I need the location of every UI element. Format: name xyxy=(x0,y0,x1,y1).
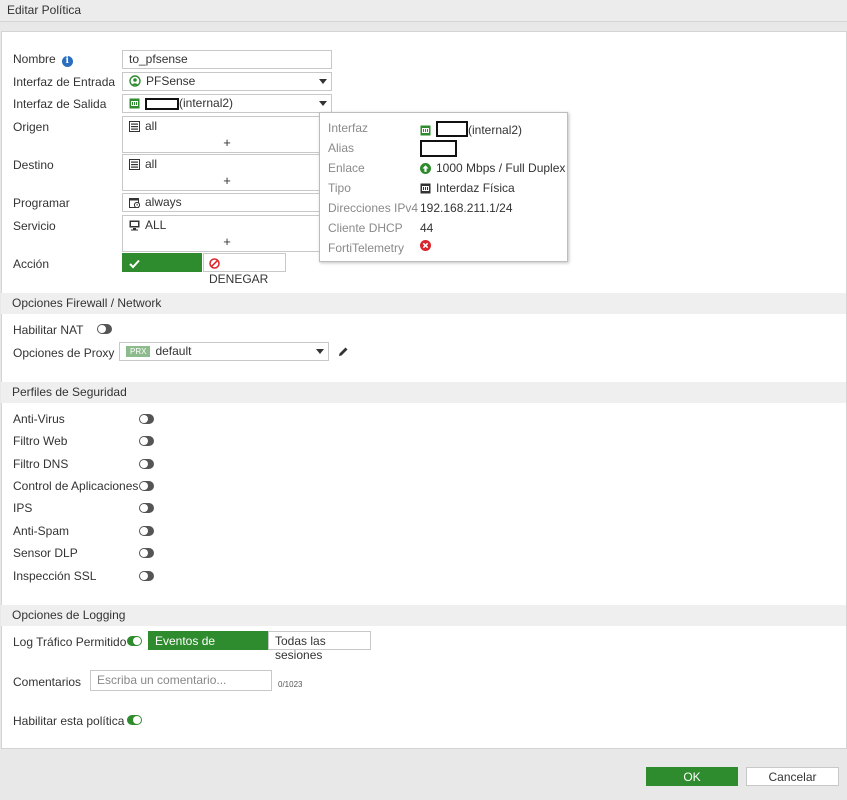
source-label: Origen xyxy=(13,120,50,134)
incoming-interface-label: Interfaz de Entrada xyxy=(13,75,116,89)
destination-item[interactable]: all xyxy=(129,157,157,173)
deny-button[interactable]: DENEGAR xyxy=(203,253,286,286)
ssl-inspection-toggle[interactable] xyxy=(139,571,154,581)
action-label: Acción xyxy=(13,257,50,271)
physical-port-icon xyxy=(420,183,431,197)
tooltip-alias-value xyxy=(420,140,457,157)
tooltip-dhcp-value: 44 xyxy=(420,221,434,235)
schedule-icon xyxy=(129,197,141,211)
add-source-button[interactable]: + xyxy=(123,135,331,150)
security-section-header: Perfiles de Seguridad xyxy=(1,382,846,403)
web-filter-toggle[interactable] xyxy=(139,436,154,446)
logging-section-header: Opciones de Logging xyxy=(1,605,846,626)
tooltip-type-key: Tipo xyxy=(328,181,351,195)
name-input[interactable]: to_pfsense xyxy=(122,50,332,69)
antispam-label: Anti-Spam xyxy=(13,524,70,538)
dns-filter-label: Filtro DNS xyxy=(13,457,69,471)
network-port-icon xyxy=(420,125,431,139)
error-icon xyxy=(420,240,431,254)
tooltip-telemetry-key: FortiTelemetry xyxy=(328,241,405,255)
tooltip-ipv4-value: 192.168.211.1/24 xyxy=(420,201,513,215)
edit-pencil-icon[interactable] xyxy=(338,346,349,360)
chevron-down-icon xyxy=(319,79,327,84)
dlp-sensor-label: Sensor DLP xyxy=(13,546,78,560)
name-label: Nombre i xyxy=(13,52,73,67)
tooltip-link-value: 1000 Mbps / Full Duplex xyxy=(420,161,565,177)
nat-label: Habilitar NAT xyxy=(13,323,84,337)
tooltip-link-key: Enlace xyxy=(328,161,365,175)
log-traffic-toggle[interactable] xyxy=(127,636,142,646)
comments-textarea[interactable]: Escriba un comentario... xyxy=(90,670,272,691)
dlp-sensor-toggle[interactable] xyxy=(139,548,154,558)
ips-label: IPS xyxy=(13,501,33,515)
app-control-label: Control de Aplicaciones xyxy=(13,479,139,493)
source-item[interactable]: all xyxy=(129,119,157,135)
all-sessions-option[interactable]: Todas las sesiones xyxy=(268,631,371,662)
nat-toggle[interactable] xyxy=(97,324,112,334)
tooltip-interface-value: (internal2) xyxy=(420,121,522,139)
incoming-interface-select[interactable]: PFSense xyxy=(122,72,332,91)
ips-toggle[interactable] xyxy=(139,503,154,513)
web-filter-label: Filtro Web xyxy=(13,434,68,448)
schedule-select[interactable]: always xyxy=(122,193,332,212)
cancel-button[interactable]: Cancelar xyxy=(746,767,839,786)
antivirus-label: Anti-Virus xyxy=(13,412,65,426)
service-label: Servicio xyxy=(13,219,56,233)
arrow-up-icon xyxy=(420,163,431,177)
add-destination-button[interactable]: + xyxy=(123,173,331,188)
destination-label: Destino xyxy=(13,158,54,172)
add-service-button[interactable]: + xyxy=(123,234,331,249)
app-control-toggle[interactable] xyxy=(139,481,154,491)
redacted-alias xyxy=(420,140,457,157)
info-icon[interactable]: i xyxy=(61,56,73,67)
antispam-toggle[interactable] xyxy=(139,526,154,536)
schedule-label: Programar xyxy=(13,196,70,210)
redacted-name xyxy=(436,121,468,137)
firewall-section-header: Opciones Firewall / Network xyxy=(1,293,846,314)
check-icon xyxy=(129,258,140,272)
source-address-box[interactable]: all + xyxy=(122,116,332,153)
deny-icon xyxy=(209,258,220,272)
redacted-name xyxy=(145,98,179,110)
service-icon xyxy=(129,220,140,234)
security-events-option[interactable]: Eventos de seguridad xyxy=(148,631,268,662)
address-icon xyxy=(129,159,140,173)
ssl-inspection-label: Inspección SSL xyxy=(13,569,97,583)
pfsense-interface-icon xyxy=(129,75,141,90)
proxy-options-label: Opciones de Proxy xyxy=(13,346,115,360)
ok-button[interactable]: OK xyxy=(646,767,738,786)
chevron-down-icon xyxy=(319,101,327,106)
service-item[interactable]: ALL xyxy=(129,218,166,234)
log-traffic-label: Log Tráfico Permitido xyxy=(13,635,127,649)
window-title: Editar Política xyxy=(0,0,847,22)
dns-filter-toggle[interactable] xyxy=(139,459,154,469)
service-box[interactable]: ALL + xyxy=(122,215,332,252)
network-port-icon xyxy=(129,98,140,112)
chevron-down-icon xyxy=(316,349,324,354)
enable-policy-label: Habilitar esta política xyxy=(13,714,125,728)
comments-label: Comentarios xyxy=(13,675,82,689)
comments-counter: 0/1023 xyxy=(278,680,303,689)
proxy-options-select[interactable]: PRX default xyxy=(119,342,329,361)
accept-button[interactable]: ACEPTAR xyxy=(122,253,202,286)
outgoing-interface-label: Interfaz de Salida xyxy=(13,97,107,111)
tooltip-alias-key: Alias xyxy=(328,141,355,155)
enable-policy-toggle[interactable] xyxy=(127,715,142,725)
interface-tooltip: Interfaz (internal2) Alias Enlace 1000 M… xyxy=(319,112,568,262)
antivirus-toggle[interactable] xyxy=(139,414,154,424)
tooltip-type-value: Interdaz Física xyxy=(420,181,515,197)
outgoing-interface-select[interactable]: (internal2) xyxy=(122,94,332,113)
tooltip-telemetry-value xyxy=(420,240,431,254)
proxy-badge: PRX xyxy=(126,346,151,357)
address-icon xyxy=(129,121,140,135)
destination-address-box[interactable]: all + xyxy=(122,154,332,191)
tooltip-interface-key: Interfaz xyxy=(328,121,369,135)
tooltip-ipv4-key: Direcciones IPv4 xyxy=(328,201,419,215)
tooltip-dhcp-key: Cliente DHCP xyxy=(328,221,403,235)
